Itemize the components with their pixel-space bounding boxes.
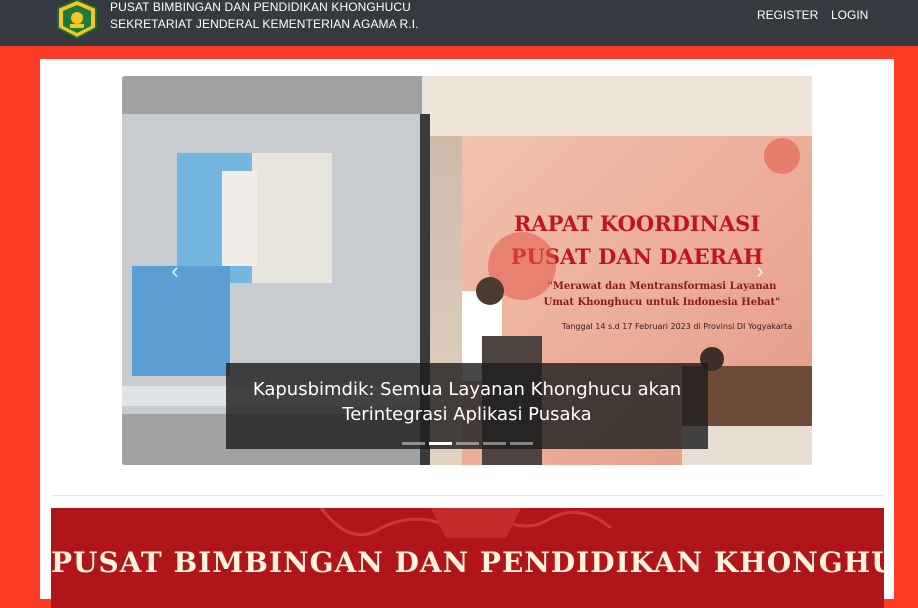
register-link[interactable]: REGISTER	[757, 8, 818, 22]
top-navbar: PUSAT BIMBINGAN DAN PENDIDIKAN KHONGHUCU…	[0, 0, 918, 46]
carousel-indicator[interactable]	[456, 442, 479, 445]
section-banner: PUSAT BIMBINGAN DAN PENDIDIKAN KHONGHUCU	[51, 508, 884, 608]
banner-title-line-1: RAPAT KOORDINASI	[514, 211, 760, 236]
carousel-indicator-active[interactable]	[429, 442, 452, 445]
carousel-caption: Kapusbimdik: Semua Layanan Khonghucu aka…	[226, 363, 708, 449]
section-banner-title: PUSAT BIMBINGAN DAN PENDIDIKAN KHONGHUCU	[51, 546, 884, 579]
chevron-left-icon: ‹	[171, 258, 179, 283]
section-divider	[52, 495, 883, 496]
carousel-indicator[interactable]	[402, 442, 425, 445]
login-link[interactable]: LOGIN	[831, 8, 868, 22]
carousel-next-button[interactable]: ›	[745, 256, 775, 286]
carousel-indicator[interactable]	[483, 442, 506, 445]
banner-tagline-1: "Merawat dan Mentransformasi Layanan	[548, 281, 778, 292]
news-carousel[interactable]: RAPAT KOORDINASI PUSAT DAN DAERAH "Meraw…	[122, 76, 812, 465]
banner-date-line: Tanggal 14 s.d 17 Februari 2023 di Provi…	[561, 322, 792, 331]
org-name-line-2: SEKRETARIAT JENDERAL KEMENTERIAN AGAMA R…	[110, 17, 419, 31]
chevron-right-icon: ›	[756, 258, 764, 283]
carousel-indicators	[402, 442, 537, 446]
carousel-prev-button[interactable]: ‹	[160, 256, 190, 286]
banner-tagline-2: Umat Khonghucu untuk Indonesia Hebat"	[544, 297, 781, 308]
org-name-line-1: PUSAT BIMBINGAN DAN PENDIDIKAN KHONGHUCU	[110, 0, 411, 14]
carousel-caption-text[interactable]: Kapusbimdik: Semua Layanan Khonghucu aka…	[226, 377, 708, 427]
kemenag-emblem-icon[interactable]	[52, 0, 102, 40]
org-name[interactable]: PUSAT BIMBINGAN DAN PENDIDIKAN KHONGHUCU…	[110, 0, 419, 33]
carousel-indicator[interactable]	[510, 442, 533, 445]
content-card: RAPAT KOORDINASI PUSAT DAN DAERAH "Meraw…	[40, 59, 894, 608]
